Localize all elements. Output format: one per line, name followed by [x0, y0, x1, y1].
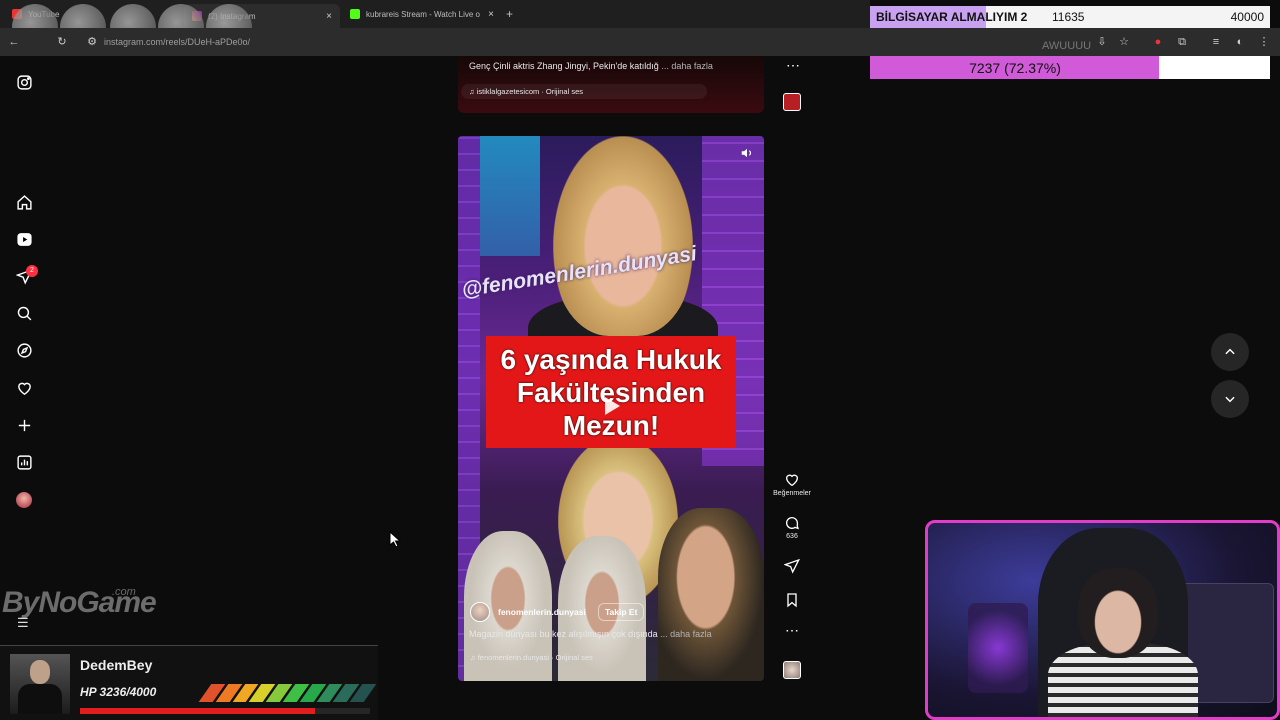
- donation-goal: 40000: [1230, 10, 1264, 24]
- progress-bar: 7237 (72.37%): [870, 56, 1270, 79]
- webcam-overlay: [925, 520, 1280, 720]
- person-image: [553, 136, 693, 336]
- video-headline: 6 yaşında Hukuk Fakültesinden Mezun!: [458, 343, 764, 442]
- menu-icon[interactable]: ⋮: [1258, 36, 1270, 48]
- like-label: Beğenmeler: [773, 490, 811, 497]
- background: [480, 136, 540, 256]
- comment-count: 636: [786, 533, 798, 540]
- bookmark-star-icon[interactable]: ☆: [1118, 36, 1130, 48]
- caption-text: Genç Çinli aktris Zhang Jingyi, Pekin'de…: [469, 61, 659, 71]
- extension-record-icon[interactable]: ●: [1152, 36, 1164, 48]
- headline-line: 6 yaşında Hukuk: [500, 344, 722, 375]
- avatar: [16, 492, 32, 508]
- person-image: [658, 508, 764, 681]
- volume-icon[interactable]: [740, 146, 754, 160]
- playlist-icon[interactable]: ≡: [1210, 36, 1222, 48]
- previous-reel-button[interactable]: [1211, 333, 1249, 371]
- progress-text: 7237 (72.37%): [969, 60, 1061, 76]
- extensions-icon[interactable]: ⧉: [1176, 36, 1188, 48]
- audio-text: istiklalgazetesicom · Orijinal ses: [476, 87, 584, 96]
- like-button[interactable]: Beğenmeler: [773, 472, 811, 497]
- audio-thumbnail[interactable]: [783, 93, 801, 111]
- more-options-icon[interactable]: ⋯: [781, 58, 805, 72]
- install-app-icon[interactable]: ⇩: [1096, 36, 1108, 48]
- follow-button[interactable]: Takip Et: [598, 603, 645, 621]
- audio-thumbnail[interactable]: [783, 661, 801, 679]
- home-icon[interactable]: [14, 192, 34, 212]
- share-icon: [784, 558, 800, 574]
- tab-kick[interactable]: kubrareis Stream - Watch Live o ×: [342, 4, 502, 24]
- overlay-text: AWUUUU: [1042, 40, 1092, 52]
- messages-badge: 2: [26, 265, 38, 277]
- close-tab-icon[interactable]: ×: [488, 9, 494, 20]
- audio-label[interactable]: ♫ fenomenlerin.dunyasi · Orijinal ses: [470, 653, 593, 662]
- create-icon[interactable]: [14, 415, 34, 435]
- hp-overlay: DedemBey HP 3236/4000: [0, 645, 378, 720]
- url-input[interactable]: instagram.com/reels/DUeH-aPDe0o/: [104, 37, 250, 47]
- streamer-image: [1078, 568, 1158, 658]
- hp-username: DedemBey: [80, 657, 153, 673]
- avatar-body: [18, 684, 62, 714]
- reload-icon[interactable]: ↻: [56, 36, 68, 48]
- donation-goal-bar: BİLGİSAYAR ALMALIYIM 2 11635 40000: [870, 6, 1270, 28]
- hp-bar-fill: [80, 708, 315, 714]
- audio-label[interactable]: ♫ istiklalgazetesicom · Orijinal ses: [461, 84, 707, 99]
- background: [968, 603, 1028, 693]
- more-options-icon[interactable]: ⋯: [780, 623, 804, 637]
- chevron-up-icon: [1225, 348, 1235, 355]
- play-icon[interactable]: [599, 394, 623, 418]
- reels-icon[interactable]: [14, 229, 34, 249]
- avatar-head: [30, 660, 50, 684]
- back-icon[interactable]: ←: [8, 36, 20, 48]
- tab-label: kubrareis Stream - Watch Live o: [366, 9, 480, 19]
- author-avatar[interactable]: [470, 602, 490, 622]
- search-icon[interactable]: [14, 303, 34, 323]
- reel-video[interactable]: @fenomenlerin.dunyasi 6 yaşında Hukuk Fa…: [458, 136, 764, 681]
- previous-reel[interactable]: Genç Çinli aktris Zhang Jingyi, Pekin'de…: [458, 56, 764, 113]
- instagram-logo-icon[interactable]: [14, 72, 34, 92]
- more-link[interactable]: ... daha fazla: [659, 61, 713, 71]
- save-button[interactable]: [780, 592, 804, 608]
- notifications-icon[interactable]: [14, 378, 34, 398]
- new-tab-button[interactable]: +: [502, 4, 522, 24]
- profile-icon[interactable]: ◐: [1234, 36, 1246, 48]
- donation-goal-title: BİLGİSAYAR ALMALIYIM 2: [876, 10, 1028, 24]
- more-menu-icon[interactable]: ☰: [17, 616, 31, 629]
- sponsor-logo-domain: .com: [112, 586, 136, 598]
- profile-avatar[interactable]: [14, 490, 34, 510]
- donation-current: 11635: [1052, 10, 1085, 24]
- hp-bar: [80, 708, 370, 714]
- share-button[interactable]: [780, 558, 804, 574]
- address-bar: ← ↻ ⚙ instagram.com/reels/DUeH-aPDe0o/: [0, 28, 870, 56]
- site-info-icon[interactable]: ⚙: [86, 36, 98, 48]
- hp-value: HP 3236/4000: [80, 685, 157, 699]
- bookmark-icon: [787, 593, 797, 608]
- chevron-down-icon: [1225, 396, 1235, 403]
- mouse-cursor-icon: [389, 531, 401, 547]
- explore-icon[interactable]: [14, 340, 34, 360]
- close-tab-icon[interactable]: ×: [326, 11, 332, 22]
- hp-segments: [198, 684, 377, 702]
- reel-caption: Genç Çinli aktris Zhang Jingyi, Pekin'de…: [469, 61, 713, 71]
- more-link[interactable]: ... daha fazla: [658, 629, 712, 639]
- next-reel-button[interactable]: [1211, 380, 1249, 418]
- avatar: [10, 654, 70, 714]
- comment-icon: [786, 517, 800, 530]
- kick-favicon-icon: [350, 9, 360, 19]
- heart-icon: [785, 474, 799, 487]
- author-username[interactable]: fenomenlerin.dunyasi: [498, 607, 586, 617]
- audio-text: fenomenlerin.dunyasi · Orijinal ses: [477, 653, 593, 662]
- reel-caption: Magazin dünyası bu kez alışılmışın çok d…: [469, 629, 712, 639]
- caption-text: Magazin dünyası bu kez alışılmışın çok d…: [469, 629, 658, 639]
- comment-button[interactable]: 636: [780, 515, 804, 540]
- dashboard-icon[interactable]: [14, 452, 34, 472]
